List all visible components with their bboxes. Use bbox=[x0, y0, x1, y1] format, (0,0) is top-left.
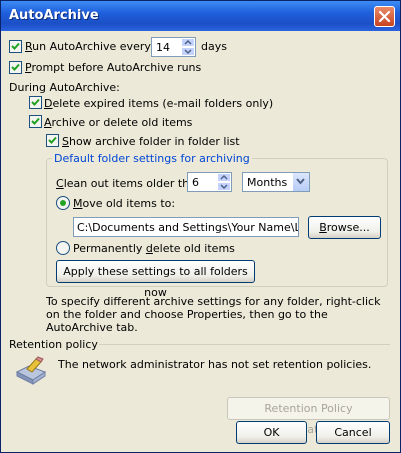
show-archive-folder-checkbox[interactable] bbox=[46, 134, 59, 147]
apply-to-all-folders-button[interactable]: Apply these settings to all folders now bbox=[56, 260, 255, 299]
delete-expired-checkbox[interactable] bbox=[29, 96, 42, 109]
close-icon bbox=[378, 10, 391, 23]
retention-separator bbox=[99, 344, 390, 345]
close-button[interactable] bbox=[374, 6, 395, 27]
chevron-down-icon[interactable] bbox=[292, 173, 309, 191]
checkmark-icon bbox=[11, 63, 20, 71]
clean-out-label: Clean out items older than bbox=[56, 177, 203, 190]
stepper-down-icon[interactable] bbox=[181, 47, 195, 56]
checkmark-icon bbox=[11, 42, 20, 50]
cancel-button[interactable]: Cancel bbox=[316, 421, 390, 444]
info-text-line-1: To specify different archive settings fo… bbox=[46, 295, 381, 308]
run-autoarchive-label[interactable]: Run AutoArchive every bbox=[25, 40, 151, 53]
move-old-items-radio[interactable] bbox=[56, 196, 70, 210]
age-unit-value: Months bbox=[247, 176, 288, 189]
age-value: 6 bbox=[192, 176, 199, 189]
prompt-before-checkbox[interactable] bbox=[9, 61, 22, 74]
stepper-down-icon[interactable] bbox=[217, 182, 231, 191]
archive-or-delete-checkbox[interactable] bbox=[29, 115, 42, 128]
autoarchive-dialog: AutoArchive Run AutoArchive every 14 day… bbox=[0, 0, 401, 453]
days-stepper[interactable]: 14 bbox=[151, 37, 196, 57]
archive-path-input[interactable]: C:\Documents and Settings\Your Name\Loca… bbox=[73, 217, 299, 237]
permanently-delete-radio[interactable] bbox=[56, 241, 70, 255]
window-title: AutoArchive bbox=[9, 8, 99, 23]
days-unit-label: days bbox=[201, 40, 227, 53]
archive-or-delete-label[interactable]: Archive or delete old items bbox=[44, 116, 192, 129]
age-stepper[interactable]: 6 bbox=[187, 172, 232, 192]
ok-button[interactable]: OK bbox=[236, 421, 307, 444]
retention-policy-label: Retention policy bbox=[9, 338, 98, 351]
title-bar[interactable]: AutoArchive bbox=[1, 1, 400, 31]
age-stepper-arrows[interactable] bbox=[217, 173, 231, 191]
stepper-up-icon[interactable] bbox=[181, 38, 195, 47]
prompt-before-label[interactable]: Prompt before AutoArchive runs bbox=[25, 61, 201, 74]
stepper-up-icon[interactable] bbox=[217, 173, 231, 182]
checkmark-icon bbox=[31, 117, 40, 125]
permanently-delete-label[interactable]: Permanently delete old items bbox=[73, 242, 235, 255]
archive-path-value: C:\Documents and Settings\Your Name\Loca… bbox=[77, 221, 298, 234]
radio-selected-dot bbox=[60, 200, 66, 206]
delete-expired-label[interactable]: Delete expired items (e-mail folders onl… bbox=[44, 97, 273, 110]
checkmark-icon bbox=[48, 136, 57, 144]
info-text-line-2: on the folder and choose Properties, the… bbox=[46, 308, 328, 321]
retention-policy-icon bbox=[15, 356, 49, 386]
age-unit-select[interactable]: Months bbox=[242, 172, 310, 192]
show-archive-folder-label[interactable]: Show archive folder in folder list bbox=[62, 135, 240, 148]
during-autoarchive-label: During AutoArchive: bbox=[9, 81, 120, 94]
default-folder-settings-title: Default folder settings for archiving bbox=[52, 152, 252, 165]
browse-button[interactable]: Browse... bbox=[308, 216, 381, 239]
checkmark-icon bbox=[31, 98, 40, 106]
run-autoarchive-checkbox[interactable] bbox=[9, 40, 22, 53]
days-stepper-arrows[interactable] bbox=[181, 38, 195, 56]
days-value: 14 bbox=[156, 41, 170, 54]
retention-policy-information-button[interactable]: Retention Policy Information... bbox=[227, 397, 390, 436]
retention-message: The network administrator has not set re… bbox=[58, 358, 372, 371]
info-text-line-3: AutoArchive tab. bbox=[46, 321, 138, 334]
move-old-items-label[interactable]: Move old items to: bbox=[73, 197, 175, 210]
